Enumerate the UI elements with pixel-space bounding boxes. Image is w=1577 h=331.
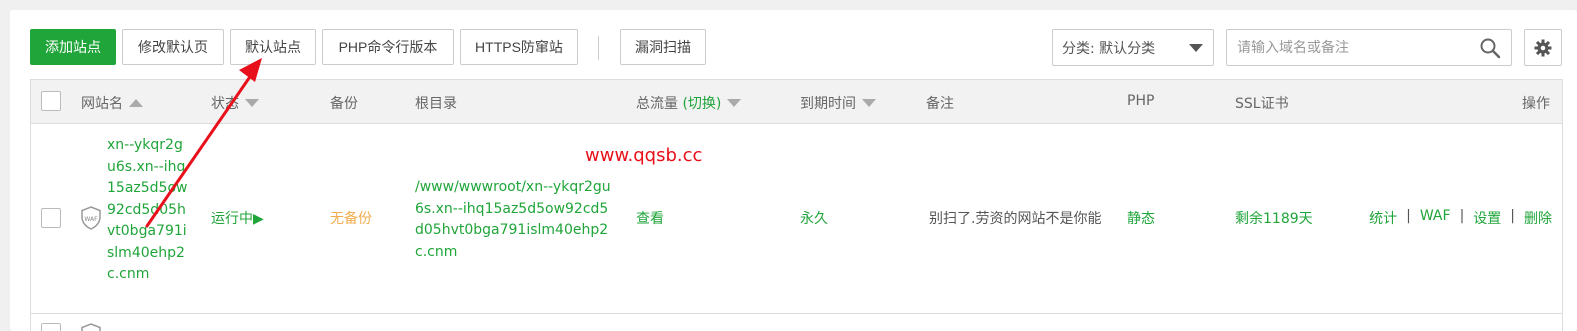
header-traffic[interactable]: 总流量 (切换) [636, 93, 742, 113]
action-settings-link[interactable]: 设置 [1473, 208, 1501, 228]
select-all-checkbox[interactable] [41, 91, 61, 111]
traffic-view-link[interactable]: 查看 [636, 208, 664, 228]
gear-icon [1534, 39, 1552, 56]
watermark-text: www.qqsb.cc [585, 145, 703, 166]
backup-link[interactable]: 无备份 [330, 208, 372, 228]
status-running-toggle[interactable]: 运行中▶ [211, 208, 264, 228]
vuln-scan-button[interactable]: 漏洞扫描 [620, 29, 706, 65]
php-cli-version-button[interactable]: PHP命令行版本 [322, 29, 454, 65]
table-row: WAF xn--ykqr2gu6s.xn--ihq15az5d5ow92cd5d… [31, 124, 1562, 314]
add-site-button[interactable]: 添加站点 [30, 29, 116, 65]
waf-shield-icon: WAF [81, 206, 101, 230]
search-input[interactable] [1227, 30, 1467, 65]
action-waf-link[interactable]: WAF [1420, 208, 1451, 228]
sort-desc-icon [862, 99, 876, 107]
php-version-link[interactable]: 静态 [1127, 208, 1155, 228]
ssl-status-link[interactable]: 剩余1189天 [1235, 208, 1313, 228]
svg-text:WAF: WAF [84, 216, 98, 223]
header-status[interactable]: 状态 [211, 93, 259, 113]
header-backup: 备份 [330, 96, 358, 112]
header-note: 备注 [926, 96, 954, 112]
table-header: 网站名 状态 备份 根目录 总流量 (切换) 到期时间 备注 PHP SSL证书… [31, 80, 1562, 124]
search-icon[interactable] [1479, 37, 1501, 59]
action-delete-link[interactable]: 删除 [1524, 208, 1552, 228]
waf-shield-icon [81, 323, 101, 331]
default-site-button[interactable]: 默认站点 [230, 29, 316, 65]
header-root-dir: 根目录 [415, 96, 457, 112]
row-checkbox[interactable] [41, 323, 61, 331]
site-table: 网站名 状态 备份 根目录 总流量 (切换) 到期时间 备注 PHP SSL证书… [30, 79, 1563, 331]
header-expire[interactable]: 到期时间 [800, 93, 876, 113]
action-stats-link[interactable]: 统计 [1369, 208, 1397, 228]
header-site-name[interactable]: 网站名 [81, 93, 143, 113]
search-box [1226, 29, 1512, 66]
root-dir-link[interactable]: /www/wwwroot/xn--ykqr2gu6s.xn--ihq15az5d… [415, 177, 615, 263]
category-select[interactable]: 分类: 默认分类 [1052, 29, 1214, 66]
header-ssl: SSL证书 [1235, 96, 1289, 112]
expire-link[interactable]: 永久 [800, 208, 828, 228]
caret-down-icon [1189, 44, 1203, 52]
header-php: PHP [1127, 93, 1155, 109]
sort-desc-icon [727, 99, 742, 107]
https-anti-snooping-button[interactable]: HTTPS防窜站 [460, 29, 578, 65]
header-actions: 操作 [1522, 96, 1550, 112]
sort-asc-icon [129, 99, 143, 107]
note-field[interactable]: 别扫了.劳资的网站不是你能 [929, 208, 1105, 228]
table-row [31, 314, 1562, 331]
sort-desc-icon [245, 99, 259, 107]
settings-button[interactable] [1524, 29, 1562, 66]
site-name-link[interactable]: xn--ykqr2gu6s.xn--ihq15az5d5ow92cd5d05hv… [107, 135, 189, 286]
modify-default-page-button[interactable]: 修改默认页 [122, 29, 224, 65]
category-select-value: 分类: 默认分类 [1062, 40, 1156, 57]
row-checkbox[interactable] [41, 208, 61, 228]
traffic-switch-link[interactable]: (切换) [682, 93, 721, 113]
row-actions: 统计 | WAF | 设置 | 删除 [1369, 208, 1552, 228]
toolbar-divider [598, 36, 599, 60]
